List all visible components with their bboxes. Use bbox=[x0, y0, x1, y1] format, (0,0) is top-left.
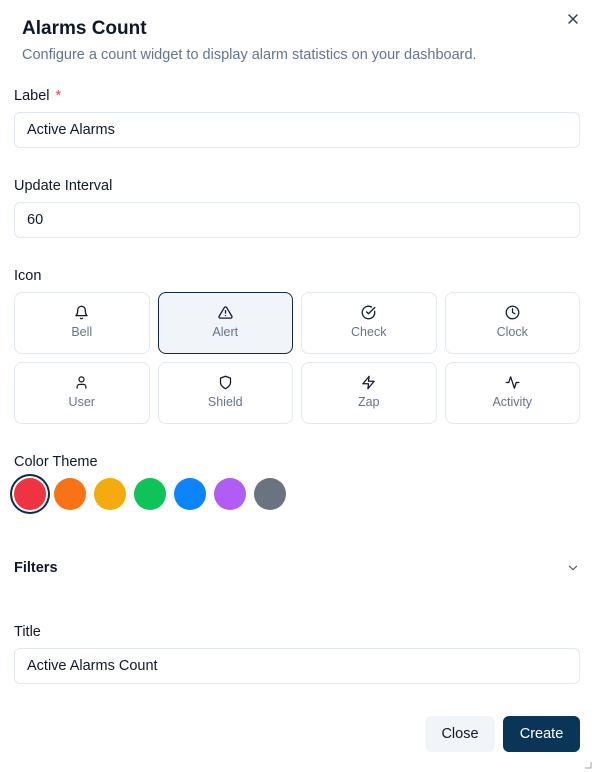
color-swatch-green[interactable] bbox=[134, 478, 166, 510]
chevron-down-icon bbox=[568, 565, 578, 571]
label-field-label-text: Label bbox=[14, 88, 50, 104]
icon-option-clock[interactable]: Clock bbox=[444, 292, 580, 354]
icon-option-label: Check bbox=[351, 325, 387, 339]
icon-option-label: Shield bbox=[207, 395, 243, 409]
icon-picker: Bell Alert Check Clock User Shield Zap A… bbox=[14, 292, 580, 424]
icon-option-label: Clock bbox=[496, 325, 528, 339]
icon-option-check[interactable]: Check bbox=[301, 292, 437, 354]
color-swatch-purple[interactable] bbox=[214, 478, 246, 510]
icon-field-label: Icon bbox=[14, 268, 42, 284]
title-field-label: Title bbox=[14, 624, 41, 640]
color-theme-picker bbox=[14, 478, 294, 510]
icon-option-user[interactable]: User bbox=[14, 362, 150, 424]
alert-triangle-icon bbox=[218, 306, 233, 319]
create-button[interactable]: Create bbox=[503, 716, 580, 752]
update-interval-value: 60 bbox=[27, 212, 44, 228]
close-icon bbox=[568, 14, 578, 24]
close-button[interactable]: Close bbox=[425, 716, 495, 752]
resize-grip-icon[interactable] bbox=[584, 761, 592, 769]
icon-option-alert[interactable]: Alert bbox=[157, 292, 293, 354]
close-dialog-button[interactable] bbox=[563, 9, 583, 29]
user-icon bbox=[76, 376, 87, 389]
color-theme-label: Color Theme bbox=[14, 454, 98, 470]
color-swatch-orange[interactable] bbox=[54, 478, 86, 510]
shield-icon bbox=[219, 375, 231, 390]
required-mark: * bbox=[55, 88, 62, 104]
label-input-value: Active Alarms bbox=[27, 122, 115, 138]
dialog-description: Configure a count widget to display alar… bbox=[22, 47, 477, 63]
label-field-label: Label * bbox=[14, 88, 61, 104]
icon-option-zap[interactable]: Zap bbox=[301, 362, 437, 424]
icon-option-label: Zap bbox=[357, 395, 380, 409]
label-input[interactable]: Active Alarms bbox=[14, 112, 580, 148]
icon-option-bell[interactable]: Bell bbox=[14, 292, 150, 354]
color-swatch-blue[interactable] bbox=[174, 478, 206, 510]
icon-option-shield[interactable]: Shield bbox=[157, 362, 293, 424]
icon-option-label: Bell bbox=[71, 325, 93, 339]
widget-dialog: Alarms Count Configure a count widget to… bbox=[0, 0, 595, 772]
icon-option-label: Alert bbox=[212, 325, 239, 339]
dialog-title: Alarms Count bbox=[22, 18, 147, 39]
title-input-value: Active Alarms Count bbox=[27, 658, 158, 674]
color-swatch-amber[interactable] bbox=[94, 478, 126, 510]
filters-label: Filters bbox=[14, 560, 58, 576]
clock-icon bbox=[505, 305, 520, 320]
icon-option-label: Activity bbox=[492, 395, 533, 409]
bell-icon bbox=[75, 305, 88, 320]
color-swatch-red[interactable] bbox=[14, 478, 46, 510]
zap-icon bbox=[362, 375, 375, 390]
update-interval-label: Update Interval bbox=[14, 178, 113, 194]
update-interval-input[interactable]: 60 bbox=[14, 202, 580, 238]
title-input[interactable]: Active Alarms Count bbox=[14, 648, 580, 684]
icon-option-label: User bbox=[68, 395, 95, 409]
icon-option-activity[interactable]: Activity bbox=[444, 362, 580, 424]
activity-icon bbox=[505, 376, 520, 389]
filters-toggle[interactable]: Filters bbox=[14, 558, 580, 578]
color-swatch-gray[interactable] bbox=[254, 478, 286, 510]
check-circle-icon bbox=[361, 305, 376, 320]
